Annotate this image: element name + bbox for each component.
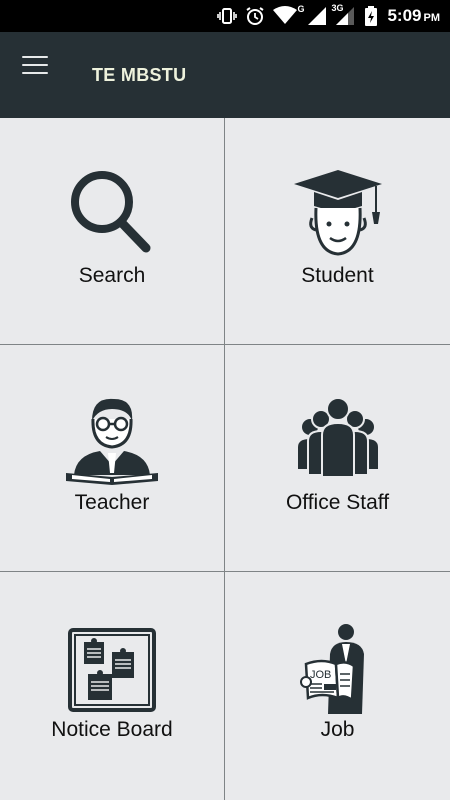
svg-text:JOB: JOB — [310, 669, 331, 681]
office-staff-label: Office Staff — [285, 491, 390, 514]
signal-icon — [308, 7, 327, 25]
battery-charging-icon — [365, 6, 378, 26]
vibrate-icon — [217, 8, 238, 24]
clock: 5:09 PM — [387, 6, 440, 26]
menu-grid: Search Student Teacher Office Staff Noti… — [0, 118, 450, 800]
clock-ampm: PM — [423, 12, 441, 24]
app-bar: TE MBSTU — [0, 32, 450, 118]
search-tile[interactable]: Search — [0, 118, 225, 345]
search-label: Search — [78, 264, 146, 287]
teacher-tile[interactable]: Teacher — [0, 345, 225, 572]
notice-board-tile[interactable]: Notice Board — [0, 572, 225, 800]
search-icon — [71, 171, 151, 253]
app-title: TE MBSTU — [92, 65, 187, 85]
network-type-label-3g: 3G — [331, 3, 344, 13]
hamburger-menu-icon[interactable] — [22, 56, 48, 78]
teacher-label: Teacher — [74, 491, 150, 514]
clock-time: 5:09 — [387, 6, 422, 25]
student-label: Student — [301, 264, 374, 287]
notice-board-label: Notice Board — [51, 718, 173, 741]
alarm-icon — [246, 7, 265, 25]
teacher-icon — [66, 398, 158, 485]
student-tile[interactable]: Student — [225, 118, 450, 345]
notice-board-icon — [68, 628, 156, 712]
job-tile[interactable]: JOB Job — [225, 572, 450, 800]
office-staff-icon — [297, 397, 378, 478]
office-staff-tile[interactable]: Office Staff — [225, 345, 450, 572]
job-icon: JOB — [299, 624, 364, 714]
job-label: Job — [320, 718, 355, 741]
status-bar: G 3G 5:09 PM — [0, 0, 450, 32]
network-type-label: G — [297, 4, 305, 14]
wifi-icon — [273, 6, 298, 24]
student-icon — [293, 170, 382, 256]
